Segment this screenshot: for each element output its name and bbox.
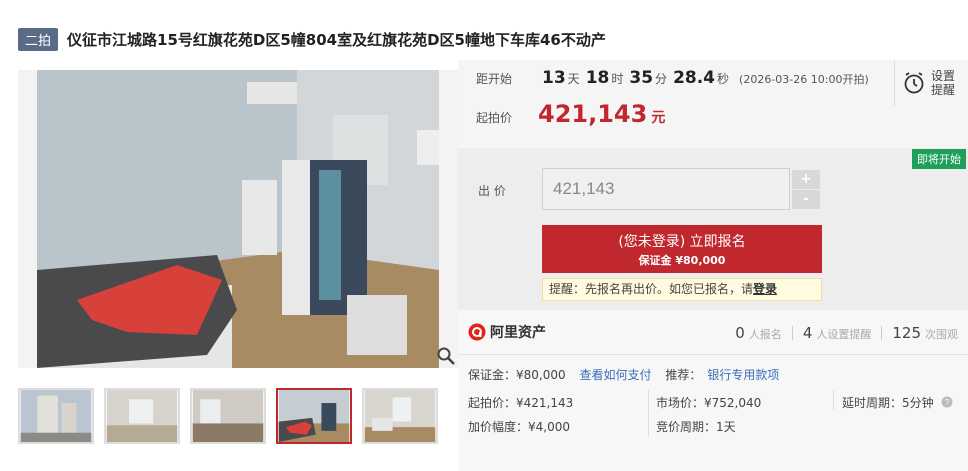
tip-text: 提醒：先报名再出价。如您已报名，请: [549, 282, 754, 296]
divider: [458, 354, 968, 355]
timer-area: 距开始 13 天 18 时 35 分 28.4 秒 (2026-03-26 10…: [458, 60, 968, 148]
deposit-row: 保证金：¥80,000 查看如何支付 推荐： 银行专用款项: [468, 366, 779, 383]
views-count: 125: [892, 324, 921, 342]
recommend-label: 推荐：: [665, 368, 702, 382]
market-price-value: ¥752,040: [704, 396, 762, 410]
countdown-hours-unit: 时: [611, 72, 624, 86]
thumbnail-2[interactable]: [104, 388, 180, 444]
brand-name: 阿里资产: [490, 325, 546, 341]
page-title: 仪征市江城路15号红旗花苑D区5幢804室及红旗花苑D区5幢地下车库46不动产: [67, 30, 606, 49]
svg-text:?: ?: [945, 398, 950, 407]
signup-tip: 提醒：先报名再出价。如您已报名，请登录: [542, 278, 822, 301]
signup-button-label: (您未登录) 立即报名: [618, 234, 746, 250]
round-badge: 二拍: [18, 27, 59, 51]
delay-period-detail: 延时周期：5分钟 ?: [842, 394, 953, 411]
countdown-hours: 18: [585, 68, 610, 88]
reminders-count: 4: [802, 324, 813, 342]
start-price-unit: 元: [651, 110, 666, 126]
thumbnail-strip: [18, 388, 438, 444]
reminder-label-line2: 提醒: [931, 83, 956, 97]
start-price-detail: 起拍价：¥421,143: [468, 394, 573, 411]
increment-label: 加价幅度：: [468, 420, 529, 434]
reminder-label: 设置 提醒: [931, 69, 955, 97]
bid-cycle-value: 1天: [716, 420, 736, 434]
alarm-clock-icon: [904, 72, 924, 94]
reminder-label-line1: 设置: [931, 69, 956, 83]
market-price-label: 市场价：: [656, 396, 705, 410]
title-row: 二拍 仪征市江城路15号红旗花苑D区5幢804室及红旗花苑D区5幢地下车库46不…: [18, 27, 606, 51]
login-link[interactable]: 登录: [753, 282, 777, 296]
reminders-label: 人设置提醒: [816, 328, 872, 341]
increment-value: ¥4,000: [528, 420, 571, 434]
start-price-detail-label: 起拍价：: [468, 396, 517, 410]
column-divider: [648, 390, 649, 436]
ali-assets-logo-icon: [468, 323, 486, 341]
set-reminder-button[interactable]: 设置 提醒: [894, 60, 960, 106]
bid-area: 即将开始 出 价 421,143 + - (您未登录) 立即报名 保证金 ¥80…: [458, 148, 968, 310]
thumbnail-4-active[interactable]: [276, 388, 352, 444]
zoom-icon[interactable]: [436, 346, 456, 366]
thumbnail-3[interactable]: [190, 388, 266, 444]
deposit-label: 保证金：: [468, 368, 517, 382]
info-area: 阿里资产 0 人报名 4 人设置提醒 125 次围观 保证金：¥80,000 查…: [458, 310, 968, 471]
stat-divider: [881, 326, 883, 340]
bank-account-link[interactable]: 银行专用款项: [707, 368, 779, 382]
main-property-image[interactable]: [18, 70, 458, 368]
countdown-days: 13: [542, 68, 566, 88]
increase-bid-button[interactable]: +: [792, 170, 820, 189]
signup-deposit-label: 保证金 ¥80,000: [638, 254, 726, 267]
status-badge: 即将开始: [912, 149, 966, 169]
countdown-seconds-unit: 秒: [717, 72, 730, 86]
room-photo: [37, 70, 439, 368]
bid-label: 出 价: [478, 184, 506, 198]
bid-cycle-label: 竞价周期：: [656, 420, 717, 434]
bid-cycle-detail: 竞价周期：1天: [656, 418, 736, 435]
thumbnail-1[interactable]: [18, 388, 94, 444]
bedroom-photo-illustration: [37, 70, 439, 368]
signups-label: 人报名: [748, 328, 782, 341]
countdown-minutes-unit: 分: [655, 72, 668, 86]
countdown: 距开始 13 天 18 时 35 分 28.4 秒 (2026-03-26 10…: [476, 68, 869, 88]
views-label: 次围观: [925, 328, 958, 341]
how-to-pay-link[interactable]: 查看如何支付: [579, 368, 651, 382]
stat-divider: [791, 326, 793, 340]
countdown-label: 距开始: [476, 72, 513, 86]
market-price-detail: 市场价：¥752,040: [656, 394, 761, 411]
signups-count: 0: [735, 324, 745, 342]
bid-amount-input[interactable]: 421,143: [542, 168, 790, 210]
countdown-days-unit: 天: [567, 72, 580, 86]
start-price-label: 起拍价: [476, 111, 513, 125]
signup-button[interactable]: (您未登录) 立即报名 保证金 ¥80,000: [542, 225, 822, 273]
countdown-seconds: 28.4: [673, 68, 716, 88]
delay-label: 延时周期：: [842, 396, 903, 410]
thumbnail-5[interactable]: [362, 388, 438, 444]
auction-start-time: (2026-03-26 10:00开拍): [739, 73, 869, 86]
increment-detail: 加价幅度：¥4,000: [468, 418, 570, 435]
start-price-row: 起拍价 421,143 元: [476, 100, 665, 128]
help-icon[interactable]: ?: [941, 396, 953, 408]
decrease-bid-button[interactable]: -: [792, 190, 820, 209]
countdown-minutes: 35: [629, 68, 654, 88]
deposit-value: ¥80,000: [516, 368, 566, 382]
column-divider: [833, 390, 834, 410]
auction-stats: 0 人报名 4 人设置提醒 125 次围观: [735, 324, 958, 342]
platform-brand: 阿里资产: [468, 322, 546, 342]
start-price-value: 421,143: [538, 100, 648, 128]
start-price-detail-value: ¥421,143: [516, 396, 574, 410]
delay-value: 5分钟: [902, 396, 934, 410]
